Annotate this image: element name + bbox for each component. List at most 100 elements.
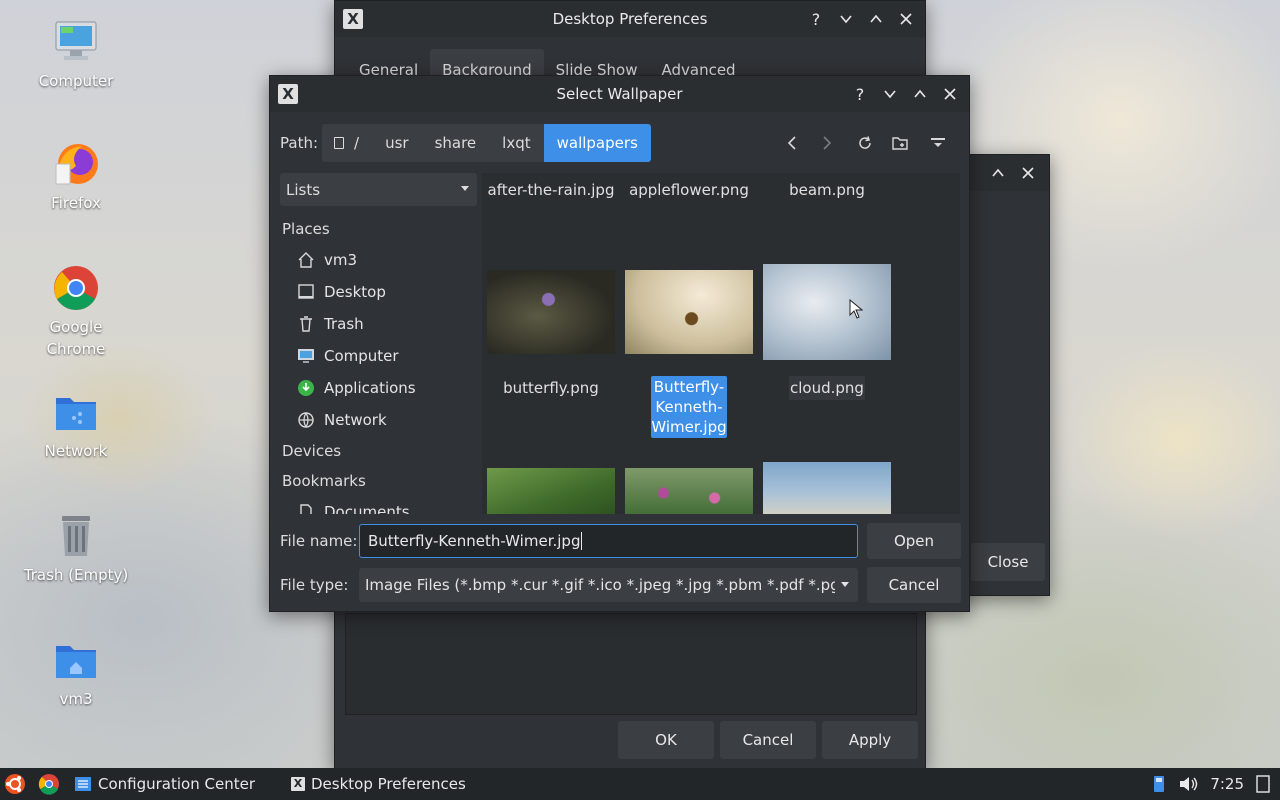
path-segment-share[interactable]: share (422, 124, 490, 162)
path-label: Path: (280, 134, 319, 152)
view-mode-select[interactable]: Lists (280, 173, 477, 206)
network-folder-icon (52, 388, 100, 436)
desktop-icon-label: Trash (Empty) (23, 566, 129, 584)
file-name-input[interactable]: Butterfly-Kenneth-Wimer.jpg (359, 524, 858, 558)
close-window-button[interactable] (893, 6, 919, 32)
select-wallpaper-dialog: X Select Wallpaper ? Path: / usr share l… (269, 75, 970, 612)
place-vm3[interactable]: vm3 (280, 244, 480, 276)
taskbar-item-desktop-preferences[interactable]: X Desktop Preferences (283, 768, 474, 800)
minimize-button[interactable] (877, 81, 903, 107)
maximize-button[interactable] (907, 81, 933, 107)
view-options-icon[interactable] (927, 132, 949, 154)
help-button[interactable]: ? (847, 81, 873, 107)
file-type-label: File type: (280, 576, 349, 594)
trash-icon (52, 512, 100, 560)
cancel-button[interactable]: Cancel (720, 721, 816, 759)
desktop-icon-vm3[interactable]: vm3 (20, 636, 132, 710)
desktop-icon-label: Network (44, 442, 108, 460)
start-menu-button[interactable] (0, 768, 32, 800)
taskbar-item-configuration-center[interactable]: Configuration Center (66, 768, 263, 800)
desktop-icon-label: Firefox (51, 194, 101, 212)
file-item-beam[interactable]: beam.png (758, 181, 896, 199)
desktop-icon-label: vm3 (59, 690, 93, 708)
open-button[interactable]: Open (867, 523, 961, 559)
app-logo-icon: X (343, 9, 363, 29)
close-window-button[interactable] (1015, 160, 1041, 186)
path-segment-lxqt[interactable]: lxqt (489, 124, 543, 162)
wallpaper-preview-area (345, 613, 917, 715)
maximize-button[interactable] (985, 160, 1011, 186)
desktop-icon-firefox[interactable]: Firefox (20, 140, 132, 214)
close-button[interactable]: Close (971, 543, 1045, 581)
mouse-cursor-icon (849, 298, 864, 323)
reload-icon[interactable] (854, 132, 876, 154)
desktop-icon-computer[interactable]: Computer (20, 18, 132, 92)
chevron-down-icon (461, 186, 469, 191)
forward-icon[interactable] (816, 132, 838, 154)
configuration-icon (75, 777, 91, 791)
desktop-icon-chrome[interactable]: Google Chrome (20, 264, 132, 360)
desktop-icon (296, 283, 316, 301)
app-logo-icon: X (290, 777, 305, 791)
devices-header: Devices (282, 442, 342, 460)
file-item-cloud[interactable]: cloud.png (789, 376, 865, 400)
chevron-down-icon (841, 582, 849, 587)
file-view[interactable]: after-the-rain.jpg appleflower.png beam.… (482, 173, 960, 514)
chrome-icon (52, 264, 100, 312)
network-icon (296, 411, 316, 429)
thumbnail-butterfly-kenneth-wimer[interactable] (625, 270, 753, 354)
path-breadcrumb: / usr share lxqt wallpapers (322, 124, 651, 162)
places-header: Places (282, 220, 330, 238)
maximize-button[interactable] (863, 6, 889, 32)
clock[interactable]: 7:25 (1206, 768, 1254, 800)
desktop-icon-trash[interactable]: Trash (Empty) (20, 512, 132, 586)
place-applications[interactable]: Applications (280, 372, 480, 404)
desktop-icon-label: Computer (38, 72, 114, 90)
path-segment-wallpapers[interactable]: wallpapers (543, 124, 651, 162)
file-item-after-the-rain[interactable]: after-the-rain.jpg (482, 181, 620, 199)
drive-icon (334, 137, 344, 149)
chrome-launcher[interactable] (32, 768, 66, 800)
document-icon (296, 503, 316, 514)
place-network[interactable]: Network (280, 404, 480, 436)
help-button[interactable]: ? (803, 6, 829, 32)
bookmark-documents[interactable]: Documents (280, 496, 480, 514)
volume-tray-icon[interactable] (1170, 768, 1206, 800)
file-item-butterfly-kenneth-wimer-selected[interactable]: Butterfly- Kenneth- Wimer.jpg (651, 376, 727, 438)
app-logo-icon: X (278, 84, 298, 104)
show-desktop-button[interactable] (1254, 768, 1280, 800)
place-desktop[interactable]: Desktop (280, 276, 480, 308)
home-icon (296, 251, 316, 269)
cancel-button[interactable]: Cancel (867, 567, 961, 603)
place-trash[interactable]: Trash (280, 308, 480, 340)
path-segment-usr[interactable]: usr (372, 124, 422, 162)
path-segment-root[interactable]: / (322, 124, 372, 162)
computer-icon (296, 347, 316, 365)
thumbnail-cloud[interactable] (763, 264, 891, 360)
apply-button[interactable]: Apply (822, 721, 918, 759)
file-name-label: File name: (280, 532, 358, 550)
file-type-select[interactable]: Image Files (*.bmp *.cur *.gif *.ico *.j… (359, 568, 858, 602)
applications-icon (296, 379, 316, 397)
thumbnail-butterfly[interactable] (487, 270, 615, 354)
file-item-butterfly[interactable]: butterfly.png (482, 379, 620, 397)
bookmarks-header: Bookmarks (282, 472, 366, 490)
ok-button[interactable]: OK (618, 721, 714, 759)
place-computer[interactable]: Computer (280, 340, 480, 372)
desktop-icon-label: Google (49, 318, 103, 336)
thumbnail-grass[interactable] (487, 468, 615, 514)
minimize-button[interactable] (833, 6, 859, 32)
removable-drive-tray-icon[interactable] (1148, 768, 1170, 800)
new-folder-icon[interactable] (889, 132, 911, 154)
close-window-button[interactable] (937, 81, 963, 107)
desktop-icon-network[interactable]: Network (20, 388, 132, 462)
file-item-appleflower[interactable]: appleflower.png (620, 181, 758, 199)
ubuntu-logo-icon (5, 774, 25, 794)
computer-icon (52, 18, 100, 66)
thumbnail-beach[interactable] (763, 462, 891, 514)
back-icon[interactable] (781, 132, 803, 154)
thumbnail-flowers[interactable] (625, 468, 753, 514)
trash-icon (296, 315, 316, 333)
taskbar: Configuration Center X Desktop Preferenc… (0, 768, 1280, 800)
places-panel: Places vm3 Desktop Trash Computer Applic… (280, 214, 480, 514)
